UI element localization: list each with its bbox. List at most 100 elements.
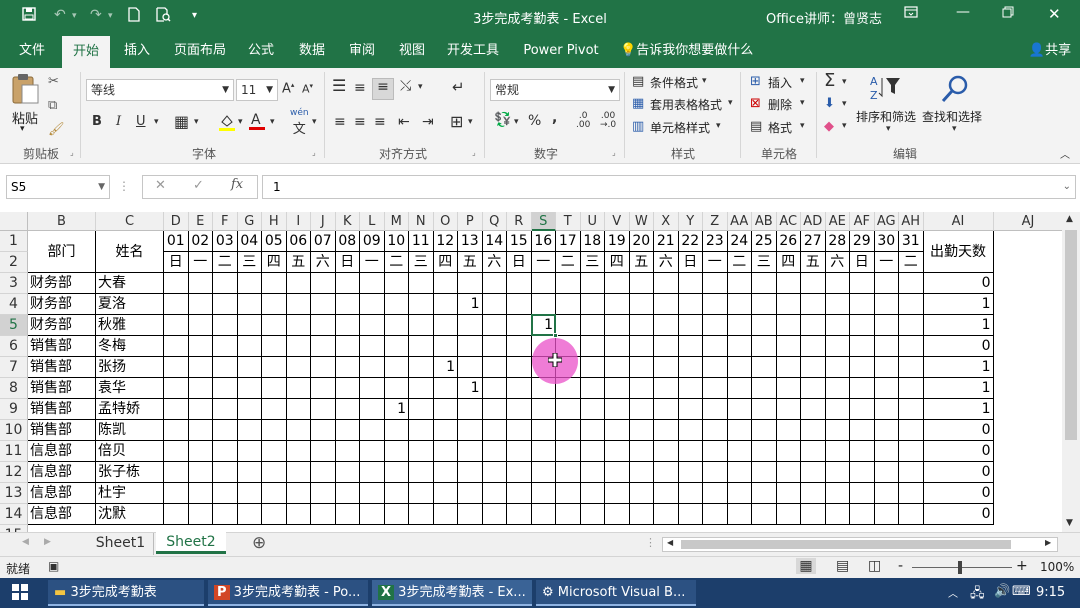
attendance-cell[interactable]	[188, 273, 213, 294]
attendance-cell[interactable]	[335, 483, 360, 504]
select-all-corner[interactable]	[0, 212, 28, 231]
attendance-cell[interactable]	[311, 399, 336, 420]
attendance-cell[interactable]	[850, 336, 875, 357]
attendance-cell[interactable]	[727, 399, 752, 420]
taskbar-item-folder[interactable]: ▬ 3步完成考勤表	[48, 580, 204, 606]
attendance-cell[interactable]	[703, 378, 728, 399]
row-header[interactable]: 12	[0, 462, 28, 483]
attendance-cell[interactable]	[727, 273, 752, 294]
attendance-cell[interactable]	[384, 315, 409, 336]
attendance-cell[interactable]	[213, 483, 238, 504]
attendance-cell[interactable]	[237, 399, 262, 420]
total-days-cell[interactable]: 1	[923, 315, 994, 336]
attendance-cell[interactable]	[556, 294, 581, 315]
dept-cell[interactable]: 信息部	[28, 462, 96, 483]
attendance-cell[interactable]	[188, 378, 213, 399]
attendance-cell[interactable]	[850, 273, 875, 294]
attendance-cell[interactable]	[458, 483, 483, 504]
attendance-cell[interactable]	[507, 273, 532, 294]
attendance-cell[interactable]	[433, 336, 458, 357]
attendance-cell[interactable]	[605, 336, 630, 357]
attendance-cell[interactable]	[311, 420, 336, 441]
column-header[interactable]: U	[580, 212, 605, 231]
attendance-cell[interactable]	[482, 462, 507, 483]
attendance-cell[interactable]	[629, 273, 654, 294]
column-header[interactable]: AF	[850, 212, 875, 231]
attendance-cell[interactable]	[899, 399, 924, 420]
attendance-cell[interactable]	[874, 399, 899, 420]
attendance-cell[interactable]	[825, 504, 850, 525]
attendance-cell[interactable]	[360, 315, 385, 336]
total-days-cell[interactable]: 1	[923, 294, 994, 315]
attendance-cell[interactable]	[899, 420, 924, 441]
orientation-icon[interactable]: ⤯	[400, 78, 411, 94]
column-header[interactable]: AH	[899, 212, 924, 231]
attendance-cell[interactable]	[286, 399, 311, 420]
row-header[interactable]: 8	[0, 378, 28, 399]
attendance-cell[interactable]	[654, 504, 679, 525]
attendance-cell[interactable]	[752, 504, 777, 525]
attendance-cell[interactable]	[262, 462, 287, 483]
dept-cell[interactable]: 信息部	[28, 441, 96, 462]
attendance-cell[interactable]	[727, 483, 752, 504]
attendance-cell[interactable]	[335, 336, 360, 357]
underline-icon[interactable]: U	[136, 114, 146, 129]
column-header[interactable]: C	[96, 212, 164, 231]
attendance-cell[interactable]	[286, 462, 311, 483]
attendance-cell[interactable]	[507, 357, 532, 378]
attendance-cell[interactable]	[311, 441, 336, 462]
name-cell[interactable]: 陈凯	[96, 420, 164, 441]
attendance-cell[interactable]	[409, 378, 434, 399]
attendance-cell[interactable]	[874, 294, 899, 315]
attendance-cell[interactable]	[703, 504, 728, 525]
row-header[interactable]: 3	[0, 273, 28, 294]
column-header[interactable]: P	[458, 212, 483, 231]
name-cell[interactable]: 夏洛	[96, 294, 164, 315]
attendance-cell[interactable]	[507, 504, 532, 525]
attendance-cell[interactable]	[458, 399, 483, 420]
column-header[interactable]: AE	[825, 212, 850, 231]
tab-file[interactable]: 文件	[10, 34, 54, 68]
attendance-cell[interactable]	[335, 441, 360, 462]
attendance-cell[interactable]	[678, 378, 703, 399]
attendance-cell[interactable]	[384, 294, 409, 315]
scroll-up-icon[interactable]: ▲	[1066, 214, 1073, 224]
column-header[interactable]: Y	[678, 212, 703, 231]
column-header[interactable]: S	[531, 212, 556, 231]
attendance-cell[interactable]	[776, 441, 801, 462]
sheet-tab-sheet1[interactable]: Sheet1	[88, 533, 154, 555]
attendance-cell[interactable]	[164, 336, 189, 357]
attendance-cell[interactable]	[727, 420, 752, 441]
attendance-cell[interactable]	[531, 420, 556, 441]
total-days-cell[interactable]: 1	[923, 378, 994, 399]
copy-icon[interactable]: ⧉	[48, 98, 57, 113]
fill-dropdown-icon[interactable]: ▾	[842, 99, 847, 109]
attendance-cell[interactable]	[654, 441, 679, 462]
attendance-cell[interactable]	[825, 462, 850, 483]
attendance-cell[interactable]	[237, 462, 262, 483]
attendance-cell[interactable]	[409, 399, 434, 420]
attendance-cell[interactable]	[850, 483, 875, 504]
attendance-cell[interactable]	[752, 441, 777, 462]
attendance-cell[interactable]	[629, 399, 654, 420]
attendance-cell[interactable]	[678, 462, 703, 483]
attendance-cell[interactable]	[580, 357, 605, 378]
attendance-cell[interactable]	[286, 504, 311, 525]
attendance-cell[interactable]	[850, 462, 875, 483]
attendance-cell[interactable]	[874, 483, 899, 504]
attendance-cell[interactable]	[678, 483, 703, 504]
attendance-cell[interactable]	[874, 420, 899, 441]
attendance-cell[interactable]	[556, 420, 581, 441]
tab-insert[interactable]: 插入	[116, 34, 158, 68]
attendance-cell[interactable]	[874, 336, 899, 357]
attendance-cell[interactable]	[825, 420, 850, 441]
attendance-cell[interactable]	[678, 357, 703, 378]
attendance-cell[interactable]	[654, 483, 679, 504]
tab-power-pivot[interactable]: Power Pivot	[518, 34, 604, 68]
attendance-cell[interactable]	[654, 420, 679, 441]
attendance-cell[interactable]	[629, 441, 654, 462]
attendance-cell[interactable]	[237, 357, 262, 378]
attendance-cell[interactable]	[556, 504, 581, 525]
sort-filter-icon[interactable]: AZ	[870, 74, 902, 106]
format-cells-icon[interactable]: ▤	[750, 119, 762, 134]
